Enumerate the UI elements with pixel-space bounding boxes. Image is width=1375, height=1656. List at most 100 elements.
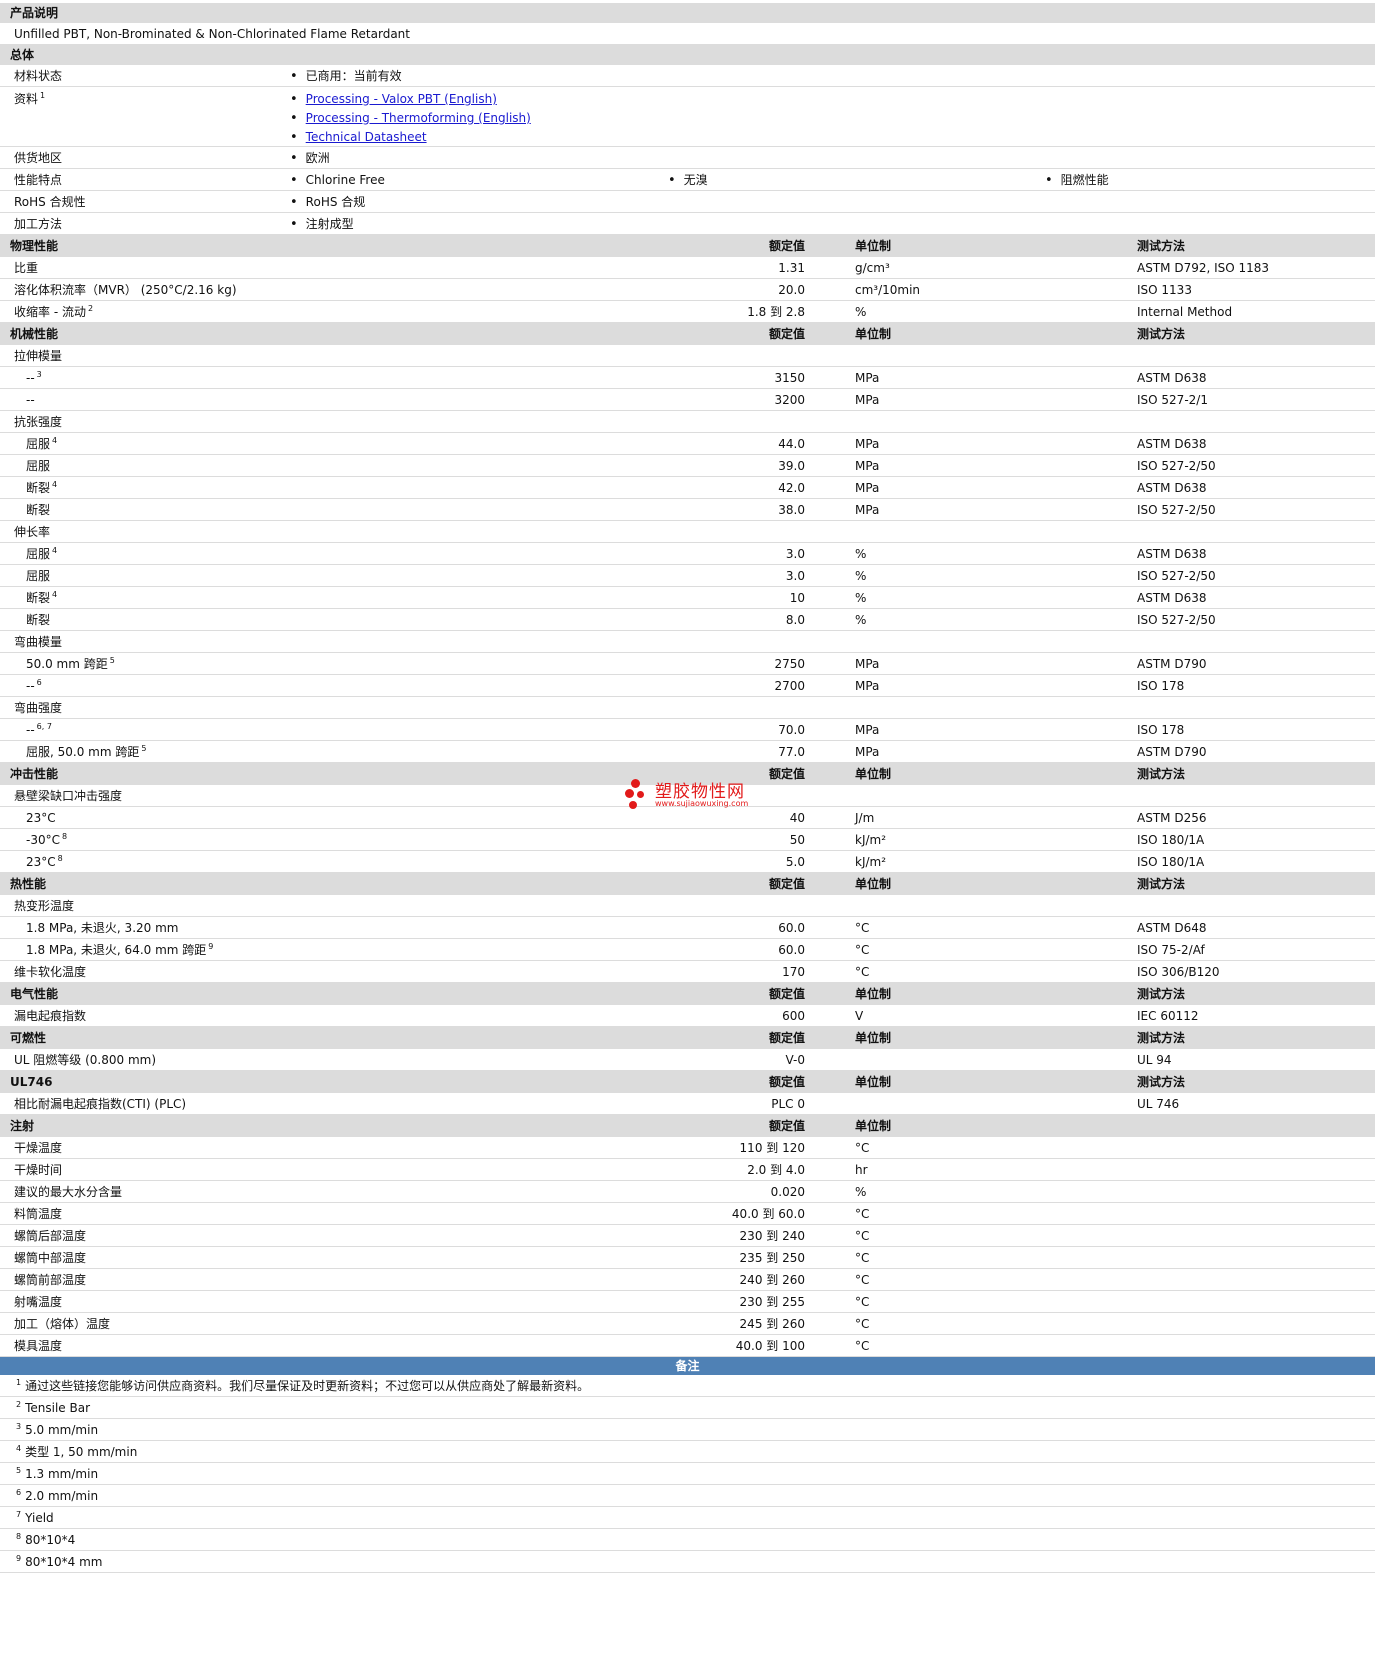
elongation-row: 屈服 3.0% ISO 527-2/50 xyxy=(0,565,1375,587)
property-label-text: 1.8 MPa, 未退火, 3.20 mm xyxy=(26,921,179,935)
property-label-text: 断裂 xyxy=(26,481,51,495)
nominal-value: 60.0 xyxy=(778,921,805,935)
thermal-header: 热性能 额定值 单位制 测试方法 xyxy=(0,873,1375,895)
col-unit: 单位制 xyxy=(855,1031,892,1045)
mechanical-title: 机械性能 xyxy=(10,327,59,341)
availability-value: 欧洲 xyxy=(290,147,330,170)
hdt-row: 1.8 MPa, 未退火, 3.20 mm 60.0 °C ASTM D648 xyxy=(0,917,1375,939)
tensile-strength-row: 断裂 4 42.0 MPa ASTM D638 xyxy=(0,477,1375,499)
ul746-header: UL746 额定值 单位制 测试方法 xyxy=(0,1071,1375,1093)
injection-label: 射嘴温度 xyxy=(14,1295,63,1309)
footnote-ref: 6, 7 xyxy=(36,722,52,731)
flammability-header: 可燃性 额定值 单位制 测试方法 xyxy=(0,1027,1375,1049)
note-body: 5.0 mm/min xyxy=(25,1423,99,1437)
property-label: 断裂 xyxy=(26,609,50,631)
watermark-dot xyxy=(637,791,644,798)
property-label: 断裂 xyxy=(26,499,50,521)
footnote-ref: 5 xyxy=(16,1466,22,1475)
property-label: 屈服 4 xyxy=(26,543,57,565)
col-nominal: 额定值 xyxy=(768,767,805,781)
property-label-text: 溶化体积流率（MVR） (250°C/2.16 kg) xyxy=(14,283,237,297)
property-label: 断裂 4 xyxy=(26,477,57,499)
note-row: 5 1.3 mm/min xyxy=(0,1463,1375,1485)
property-label: UL 阻燃等级 (0.800 mm) xyxy=(14,1049,156,1071)
literature-link-item: Processing - Thermoforming (English) xyxy=(290,111,531,126)
note-body: Tensile Bar xyxy=(25,1401,91,1415)
note-row: 7 Yield xyxy=(0,1507,1375,1529)
nominal-value: 2750 xyxy=(774,657,805,671)
injection-label: 模具温度 xyxy=(14,1339,63,1353)
literature-link-item: Processing - Valox PBT (English) xyxy=(290,92,497,107)
literature-link[interactable]: Processing - Valox PBT (English) xyxy=(306,92,497,106)
property-label-text: 断裂 xyxy=(26,591,51,605)
footnote-ref: 3 xyxy=(36,370,42,379)
watermark-dot xyxy=(625,789,634,798)
injection-label: 干燥时间 xyxy=(14,1163,63,1177)
elongation-group-label: 伸长率 xyxy=(0,521,1375,543)
test-method: ASTM D648 xyxy=(1137,921,1207,935)
unit-value: % xyxy=(855,305,867,319)
physical-row: 比重 1.31 g/cm³ ASTM D792, ISO 1183 xyxy=(0,257,1375,279)
izod-row: 23°C 8 5.0 kJ/m² ISO 180/1A xyxy=(0,851,1375,873)
test-method: ISO 527-2/50 xyxy=(1137,613,1216,627)
footnote-ref: 2 xyxy=(87,304,94,313)
property-label-text: 屈服 xyxy=(26,569,51,583)
footnote-ref: 7 xyxy=(16,1510,22,1519)
unit-value: J/m xyxy=(855,811,875,825)
injection-unit: °C xyxy=(855,1207,870,1221)
literature-link[interactable]: Technical Datasheet xyxy=(306,130,427,144)
note-body: 2.0 mm/min xyxy=(25,1489,99,1503)
cti-row: 漏电起痕指数 600 V IEC 60112 xyxy=(0,1005,1375,1027)
general-title: 总体 xyxy=(10,48,35,62)
unit-value: MPa xyxy=(855,459,880,473)
nominal-value: 1.31 xyxy=(778,261,805,275)
col-method: 测试方法 xyxy=(1137,1031,1186,1045)
property-label: 相比耐漏电起痕指数(CTI) (PLC) xyxy=(14,1093,186,1115)
unit-value: °C xyxy=(855,965,870,979)
literature-link[interactable]: Processing - Thermoforming (English) xyxy=(306,111,531,125)
property-label: 1.8 MPa, 未退火, 64.0 mm 跨距 9 xyxy=(26,939,213,961)
footnote-ref: 4 xyxy=(52,436,58,445)
hdt-group-label: 热变形温度 xyxy=(0,895,1375,917)
watermark-dot xyxy=(631,779,640,788)
unit-value: % xyxy=(855,613,867,627)
nominal-value: 3200 xyxy=(774,393,805,407)
injection-unit: °C xyxy=(855,1229,870,1243)
literature-label: 资料 1 xyxy=(14,90,45,107)
col-method: 测试方法 xyxy=(1137,1075,1186,1089)
property-label-text: 相比耐漏电起痕指数(CTI) (PLC) xyxy=(14,1097,187,1111)
property-label: -- 3 xyxy=(26,367,42,389)
flammability-title: 可燃性 xyxy=(10,1031,47,1045)
izod-row: -30°C 8 50 kJ/m² ISO 180/1A xyxy=(0,829,1375,851)
injection-label: 螺筒中部温度 xyxy=(14,1251,87,1265)
physical-row: 收缩率 - 流动 2 1.8 到 2.8% Internal Method xyxy=(0,301,1375,323)
property-label-text: 屈服 xyxy=(26,437,51,451)
property-label-text: -- xyxy=(26,679,35,693)
nominal-value: 39.0 xyxy=(778,459,805,473)
property-label-text: 屈服 xyxy=(26,459,51,473)
hdt-row: 1.8 MPa, 未退火, 64.0 mm 跨距 9 60.0 °C ISO 75-2/… xyxy=(0,939,1375,961)
unit-value: MPa xyxy=(855,679,880,693)
elongation-row: 断裂 8.0% ISO 527-2/50 xyxy=(0,609,1375,631)
unit-value: cm³/10min xyxy=(855,283,921,297)
property-label-text: 维卡软化温度 xyxy=(14,965,87,979)
unit-value: MPa xyxy=(855,723,880,737)
note-row: 8 80*10*4 xyxy=(0,1529,1375,1551)
test-method: ASTM D790 xyxy=(1137,745,1207,759)
unit-value: MPa xyxy=(855,745,880,759)
material-status-value: 已商用：当前有效 xyxy=(290,65,402,88)
property-label-text: 50.0 mm 跨距 xyxy=(26,657,108,671)
property-label: 收缩率 - 流动 2 xyxy=(14,301,93,323)
note-body: 类型 1, 50 mm/min xyxy=(25,1445,138,1459)
injection-row: 螺筒后部温度 230 到 240 °C xyxy=(0,1225,1375,1247)
property-label-text: -30°C xyxy=(26,833,60,847)
injection-value: 40.0 到 100 xyxy=(735,1339,805,1353)
test-method: ISO 527-2/1 xyxy=(1137,393,1208,407)
nominal-value: 38.0 xyxy=(778,503,805,517)
ul94-row: UL 阻燃等级 (0.800 mm) V-0 UL 94 xyxy=(0,1049,1375,1071)
test-method: ASTM D790 xyxy=(1137,657,1207,671)
footnote-ref: 4 xyxy=(52,546,58,555)
note-row: 9 80*10*4 mm xyxy=(0,1551,1375,1573)
nominal-value: 5.0 xyxy=(785,855,805,869)
elongation-row: 断裂 4 10% ASTM D638 xyxy=(0,587,1375,609)
